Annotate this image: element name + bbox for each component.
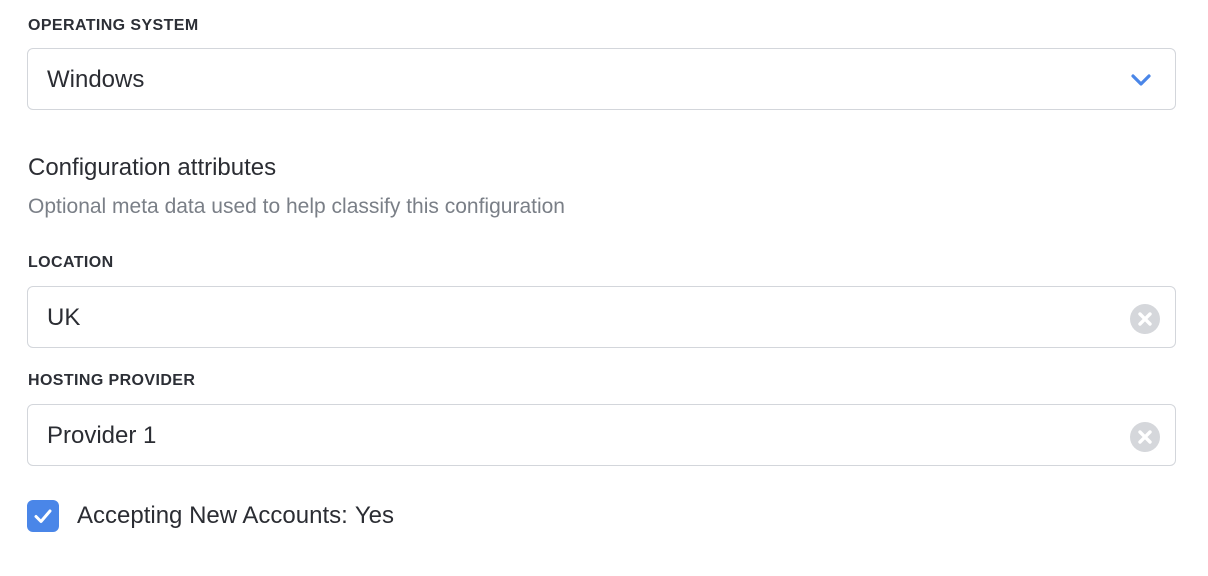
accepting-new-accounts-checkbox[interactable] bbox=[27, 500, 59, 532]
clear-icon[interactable] bbox=[1129, 421, 1161, 453]
operating-system-value: Windows bbox=[47, 66, 145, 93]
chevron-down-icon[interactable] bbox=[1129, 70, 1153, 90]
location-value: UK bbox=[47, 304, 81, 331]
operating-system-select[interactable]: Windows bbox=[27, 48, 1176, 110]
location-input[interactable]: UK bbox=[27, 286, 1176, 348]
location-label: LOCATION bbox=[28, 254, 114, 271]
section-title: Configuration attributes bbox=[28, 154, 277, 181]
hosting-provider-label: HOSTING PROVIDER bbox=[28, 372, 196, 389]
clear-icon[interactable] bbox=[1129, 303, 1161, 335]
checkmark-icon bbox=[34, 509, 52, 523]
hosting-provider-input[interactable]: Provider 1 bbox=[27, 404, 1176, 466]
accepting-new-accounts-label: Accepting New Accounts: bbox=[77, 502, 348, 529]
hosting-provider-value: Provider 1 bbox=[47, 422, 157, 449]
section-subtitle: Optional meta data used to help classify… bbox=[28, 195, 565, 218]
accepting-new-accounts-value: Yes bbox=[354, 502, 394, 529]
operating-system-label: OPERATING SYSTEM bbox=[28, 17, 199, 34]
accepting-new-accounts-row[interactable]: Accepting New Accounts: Yes bbox=[27, 499, 394, 533]
